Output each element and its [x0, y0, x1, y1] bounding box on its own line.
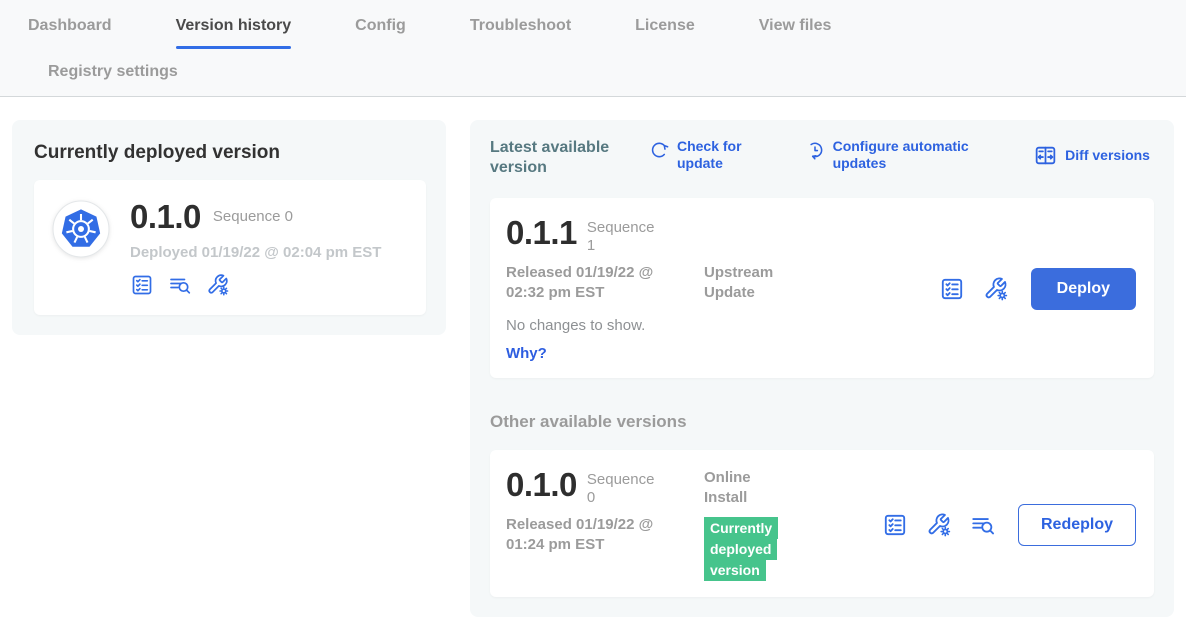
checklist-icon[interactable]: [939, 276, 965, 302]
latest-version-header: Latest available version Check for updat…: [490, 138, 1154, 178]
deploy-button[interactable]: Deploy: [1031, 268, 1136, 310]
other-sequence-label: Sequence 0: [587, 468, 659, 507]
tab-license[interactable]: License: [635, 0, 695, 52]
logs-icon[interactable]: [970, 512, 996, 538]
diff-versions-link[interactable]: Diff versions: [1033, 138, 1150, 172]
other-versions-heading: Other available versions: [490, 412, 1154, 432]
tab-troubleshoot[interactable]: Troubleshoot: [470, 0, 571, 52]
deployed-version-info: 0.1.0 Sequence 0 Deployed 01/19/22 @ 02:…: [130, 200, 381, 297]
currently-deployed-panel: Currently deployed version: [12, 120, 446, 335]
checklist-icon[interactable]: [882, 512, 908, 538]
tab-registry-settings[interactable]: Registry settings: [48, 52, 178, 96]
configure-automatic-updates-link[interactable]: Configure automatic updates: [804, 138, 983, 172]
currently-deployed-badge-wrap: Currently deployed version: [704, 518, 800, 581]
latest-source-column: Upstream Update: [704, 216, 864, 362]
tab-view-files[interactable]: View files: [759, 0, 832, 52]
why-link[interactable]: Why?: [506, 345, 704, 362]
currently-deployed-badge: Currently deployed version: [704, 517, 778, 581]
top-nav: Dashboard Version history Config Trouble…: [0, 0, 1186, 97]
other-source-column: Online Install Currently deployed versio…: [704, 468, 864, 581]
latest-released-timestamp: Released 01/19/22 @ 02:32 pm EST: [506, 263, 691, 303]
other-version-info: 0.1.0 Sequence 0 Released 01/19/22 @ 01:…: [506, 468, 704, 581]
currently-deployed-title: Currently deployed version: [34, 142, 426, 164]
other-source-label: Online Install: [704, 468, 794, 508]
deployed-timestamp: Deployed 01/19/22 @ 02:04 pm EST: [130, 244, 381, 261]
other-version-number: 0.1.0: [506, 468, 577, 502]
version-actions: Check for update Configure automatic upd…: [648, 138, 1154, 172]
tab-dashboard[interactable]: Dashboard: [28, 0, 112, 52]
latest-version-info: 0.1.1 Sequence 1 Released 01/19/22 @ 02:…: [506, 216, 704, 362]
latest-version-card: 0.1.1 Sequence 1 Released 01/19/22 @ 02:…: [490, 198, 1154, 378]
nav-row-1: Dashboard Version history Config Trouble…: [0, 0, 1186, 52]
latest-version-number: 0.1.1: [506, 216, 577, 250]
deployed-action-icons: [130, 273, 381, 297]
latest-sequence-label: Sequence 1: [587, 216, 659, 255]
nav-row-2: Registry settings: [0, 52, 1186, 96]
other-released-timestamp: Released 01/19/22 @ 01:24 pm EST: [506, 515, 691, 555]
check-for-update-link[interactable]: Check for update: [648, 138, 753, 172]
deployed-version-number: 0.1.0: [130, 200, 201, 234]
auto-update-icon: [804, 139, 826, 161]
tab-config[interactable]: Config: [355, 0, 406, 52]
deployed-sequence-label: Sequence 0: [213, 200, 293, 226]
checklist-icon[interactable]: [130, 273, 154, 297]
redeploy-button[interactable]: Redeploy: [1018, 504, 1136, 546]
available-versions-panel: Latest available version Check for updat…: [470, 120, 1174, 617]
latest-source-label: Upstream Update: [704, 263, 794, 303]
refresh-icon: [648, 139, 670, 161]
latest-actions-column: Deploy: [921, 216, 1136, 362]
tab-version-history[interactable]: Version history: [176, 0, 292, 52]
kubernetes-logo-icon: [52, 200, 110, 258]
wrench-gear-icon[interactable]: [206, 273, 230, 297]
other-version-card: 0.1.0 Sequence 0 Released 01/19/22 @ 01:…: [490, 450, 1154, 597]
diff-icon: [1033, 143, 1058, 168]
main-content: Currently deployed version: [0, 97, 1186, 617]
latest-version-title: Latest available version: [490, 138, 640, 178]
wrench-gear-icon[interactable]: [926, 512, 952, 538]
logs-icon[interactable]: [168, 273, 192, 297]
deployed-version-card: 0.1.0 Sequence 0 Deployed 01/19/22 @ 02:…: [34, 180, 426, 315]
wrench-gear-icon[interactable]: [983, 276, 1009, 302]
no-changes-text: No changes to show.: [506, 317, 704, 334]
other-actions-column: Redeploy: [864, 468, 1136, 581]
